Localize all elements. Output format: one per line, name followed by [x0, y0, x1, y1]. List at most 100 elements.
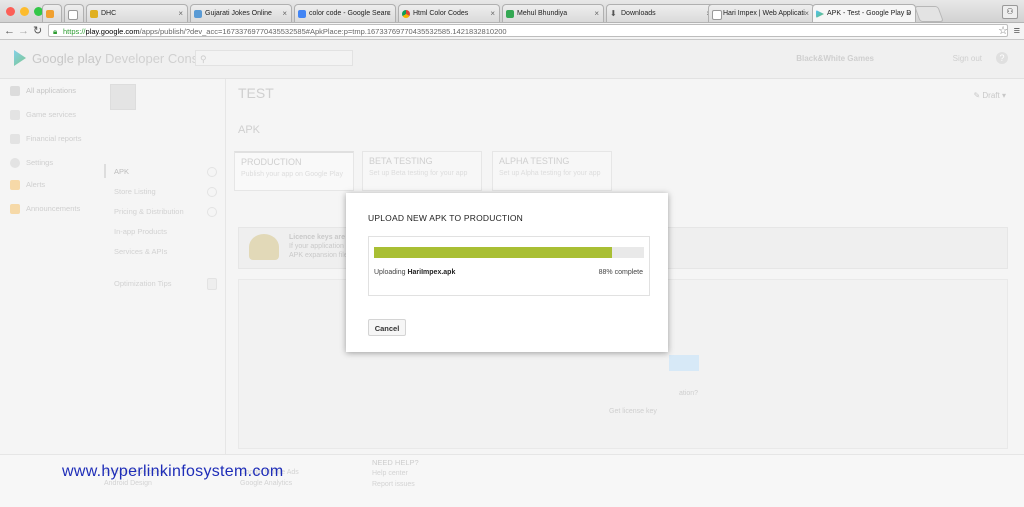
nav-item-financial-reports[interactable]: Financial reports: [10, 134, 82, 145]
card-subtitle: Set up Beta testing for your app: [369, 170, 468, 177]
chevron-down-icon: ▾: [999, 91, 1006, 100]
nav-label: Announcements: [26, 204, 81, 213]
url-host: play.google.com: [85, 27, 140, 36]
nav-item-game-services[interactable]: Game services: [10, 110, 77, 121]
license-heading: Licence keys are: [289, 234, 346, 241]
blank-page-favicon-icon: [68, 10, 78, 20]
footer-heading: NEED HELP?: [372, 458, 419, 467]
tab-label: Hari Impex | Web Applicati: [723, 10, 805, 17]
tab-label: Html Color Codes: [413, 10, 469, 17]
sign-out-link[interactable]: Sign out: [953, 54, 982, 63]
reports-icon: [10, 134, 20, 145]
get-license-key-link[interactable]: Get license key: [609, 408, 657, 415]
browser-tab[interactable]: Html Color Codes ×: [398, 4, 500, 22]
tab-production[interactable]: PRODUCTION Publish your app on Google Pl…: [234, 151, 354, 191]
mehul-favicon-icon: [506, 10, 514, 18]
license-line: If your application: [289, 243, 344, 250]
bookmark-star-icon[interactable]: ☆: [998, 23, 1008, 39]
browser-toolbar: ← → ↻ 🔒︎ https://play.google.com/apps/pu…: [0, 23, 1024, 40]
footer-link[interactable]: Report issues: [372, 479, 419, 490]
license-info-text: Licence keys are If your application APK…: [289, 233, 351, 260]
browser-menu-icon[interactable]: ≡: [1014, 23, 1020, 39]
app-menu: APK Store Listing Pricing & Distribution…: [92, 79, 226, 479]
search-input[interactable]: ⚲: [195, 50, 353, 66]
app-android-icon: [110, 84, 136, 110]
draft-status[interactable]: ✎ Draft ▾: [973, 91, 1006, 100]
browser-tab[interactable]: [42, 4, 62, 22]
browser-tab[interactable]: Gujarati Jokes Online ×: [190, 4, 292, 22]
home-favicon-icon: [46, 10, 54, 18]
upload-dialog: UPLOAD NEW APK TO PRODUCTION Uploading H…: [346, 193, 668, 352]
google-favicon-icon: [298, 10, 306, 18]
nav-label: Financial reports: [26, 134, 82, 143]
tab-beta-testing[interactable]: BETA TESTING Set up Beta testing for you…: [362, 151, 482, 191]
browser-tab[interactable]: [64, 4, 84, 22]
profile-icon[interactable]: ⚇: [1002, 5, 1018, 19]
app-menu-item-pricing[interactable]: Pricing & Distribution: [114, 207, 184, 216]
nav-item-announcements[interactable]: Announcements: [10, 204, 81, 215]
dialog-title: UPLOAD NEW APK TO PRODUCTION: [368, 213, 524, 223]
alert-icon: [10, 180, 20, 191]
browser-tab[interactable]: ⬇Downloads×: [606, 4, 716, 22]
nav-item-settings[interactable]: Settings: [10, 158, 54, 169]
status-badge: [207, 207, 217, 217]
card-subtitle: Set up Alpha testing for your app: [499, 170, 601, 177]
url-scheme: https://: [63, 27, 86, 36]
browser-tab[interactable]: Hari Impex | Web Applicati ×: [708, 4, 814, 22]
announcement-icon: [10, 204, 20, 215]
browser-tab[interactable]: DHC ×: [86, 4, 188, 22]
card-title: BETA TESTING: [369, 156, 433, 166]
card-subtitle: Publish your app on Google Play: [241, 171, 343, 178]
minimize-window-button[interactable]: [20, 7, 29, 16]
app-menu-item-store-listing[interactable]: Store Listing: [114, 187, 156, 196]
footer-link[interactable]: Help center: [372, 468, 419, 479]
tab-label: DHC: [101, 10, 117, 17]
app-menu-item-services-apis[interactable]: Services & APIs: [114, 247, 167, 256]
watermark-text: www.hyperlinkinfosystem.com: [62, 463, 284, 480]
upload-file-name: HariImpex.apk: [407, 269, 456, 276]
browser-tab[interactable]: Mehul Bhundiya ×: [502, 4, 604, 22]
close-tab-icon[interactable]: ×: [804, 5, 809, 22]
footer-column: NEED HELP? Help center Report issues: [372, 457, 419, 490]
page-favicon-icon: [712, 10, 722, 20]
nav-label: Game services: [26, 110, 77, 119]
close-tab-icon[interactable]: ×: [906, 5, 911, 22]
gear-icon: [10, 158, 20, 169]
reload-icon[interactable]: ↻: [33, 23, 42, 39]
developer-name: Black&White Games: [796, 54, 874, 63]
nav-label: Alerts: [26, 180, 46, 189]
close-tab-icon[interactable]: ×: [178, 5, 183, 22]
google-play-logo-icon: [14, 50, 26, 66]
card-title: PRODUCTION: [241, 157, 302, 167]
browser-tab-active[interactable]: APK - Test - Google Play D ×: [812, 4, 916, 22]
forward-arrow-icon[interactable]: →: [18, 23, 29, 39]
lock-icon: 🔒︎: [53, 27, 58, 36]
back-arrow-icon[interactable]: ←: [4, 23, 15, 39]
page-favicon-icon: [194, 10, 202, 18]
app-menu-item-optimization-tips[interactable]: Optimization Tips: [114, 279, 172, 288]
app-menu-item-apk[interactable]: APK: [114, 167, 129, 176]
tab-label: color code - Google Searc: [309, 10, 391, 17]
close-tab-icon[interactable]: ×: [490, 5, 495, 22]
browser-tab[interactable]: color code - Google Searc ×: [294, 4, 396, 22]
app-menu-item-in-app-products[interactable]: In-app Products: [114, 227, 167, 236]
new-tab-button[interactable]: [914, 6, 944, 22]
close-window-button[interactable]: [6, 7, 15, 16]
nav-item-alerts[interactable]: Alerts: [10, 180, 46, 191]
cancel-button[interactable]: Cancel: [368, 319, 406, 336]
brand-name: Google play: [32, 51, 102, 66]
close-tab-icon[interactable]: ×: [386, 5, 391, 22]
close-tab-icon[interactable]: ×: [594, 5, 599, 22]
console-header: Google play Developer Console ⚲ Black&Wh…: [0, 40, 1024, 79]
address-bar[interactable]: 🔒︎ https://play.google.com/apps/publish/…: [48, 24, 1008, 37]
tab-alpha-testing[interactable]: ALPHA TESTING Set up Alpha testing for y…: [492, 151, 612, 191]
help-icon[interactable]: ?: [996, 52, 1008, 64]
tips-count-badge: [207, 278, 217, 290]
nav-label: Settings: [26, 158, 54, 167]
upload-button[interactable]: [669, 355, 699, 371]
tab-label: APK - Test - Google Play D: [827, 10, 912, 17]
nav-item-all-applications[interactable]: All applications: [10, 86, 76, 97]
status-badge: [207, 167, 217, 177]
close-tab-icon[interactable]: ×: [282, 5, 287, 22]
progress-fill: [374, 247, 612, 258]
